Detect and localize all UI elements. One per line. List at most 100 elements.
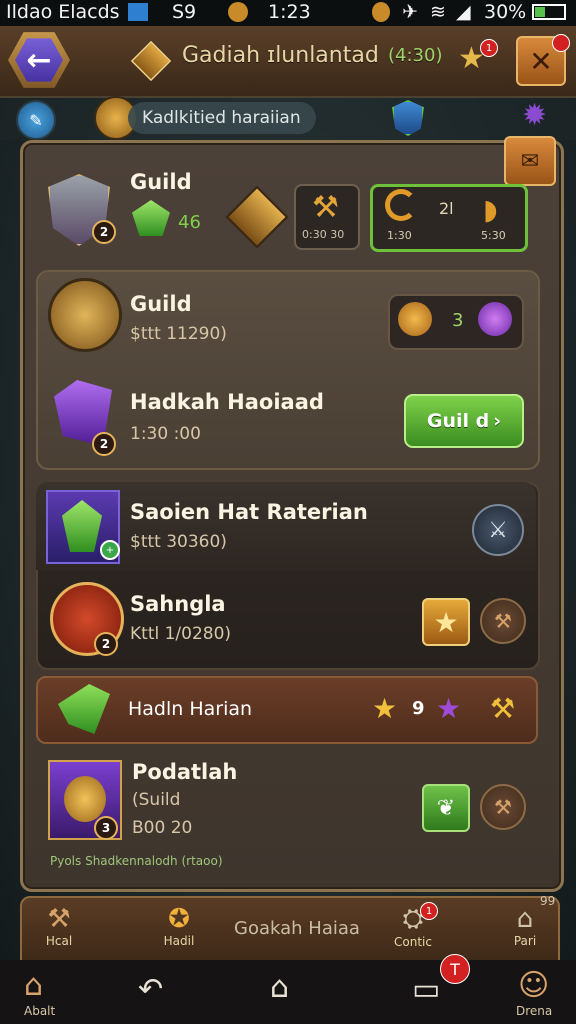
card2-detail: 1:30 :00 <box>130 424 201 444</box>
leaf-icon <box>58 684 110 734</box>
tab-hcal[interactable]: ⚒ Hcal <box>34 904 84 948</box>
top-header: ← Gadiah ɪlunlantad (4:30) ★ 1 ✕ <box>0 26 576 98</box>
card1-detail: $ttt 11290) <box>130 324 227 344</box>
section-count: 9 <box>412 698 425 719</box>
card4-star-button[interactable]: ★ <box>422 598 470 646</box>
back-nav-icon[interactable]: ↶ <box>138 972 163 1007</box>
tab-side-badge: 99 <box>540 894 556 908</box>
house-icon: ⌂ <box>516 904 534 934</box>
coin-res-icon <box>398 302 432 336</box>
footer-note: Pyols Shadkennalodh (rtaoo) <box>50 854 223 868</box>
sub-bar: ✎ Kadlkitied haraiian ✹ <box>0 96 576 140</box>
last-item-line2: (Suild <box>132 790 181 810</box>
level-badge: 2 <box>92 220 116 244</box>
last-item-more-button[interactable]: ⚒ <box>480 784 526 830</box>
hammer-icon: ⚒ <box>312 190 339 225</box>
globe-icon: ✎ <box>29 110 43 130</box>
reward-right-time: 5:30 <box>481 229 506 242</box>
reward-box[interactable]: 2l ◗ 1:30 5:30 <box>370 184 528 252</box>
back-arrow-icon: ← <box>15 38 63 82</box>
guild-button-label: Guil d <box>426 410 490 432</box>
gem-value: 46 <box>178 212 201 233</box>
last-item-name: Podatlah <box>132 760 238 784</box>
card4-detail: Kttl 1/0280) <box>130 624 232 644</box>
leaf-gem-icon <box>62 500 102 552</box>
nav-right-label: Drena <box>516 1004 553 1018</box>
battery-label: 30% <box>484 1 527 23</box>
plus-icon: + <box>100 540 120 560</box>
section-bar: Hadln Harian ★ 9 ★ ⚒ <box>36 676 538 744</box>
nav-badge: T <box>440 954 470 984</box>
bottom-tab-bar: ⚒ Hcal ✪ Hadil Goakah Haiaa ⛭ Contic 1 ⌂… <box>20 896 560 970</box>
search-pill[interactable]: Kadlkitied haraiian <box>128 102 316 134</box>
page-title-count: (4:30) <box>388 45 443 66</box>
item-slot-1[interactable]: ⚒ 0:30 30 <box>294 184 360 250</box>
dagger-icon: ⚒ <box>494 795 512 819</box>
leaf-small-icon: ❦ <box>436 795 456 821</box>
home-nav-icon[interactable]: ⌂ <box>270 970 289 1005</box>
page-title: Gadiah ɪlunlantad <box>182 43 379 68</box>
tab-hcal-label: Hcal <box>45 934 73 948</box>
last-item-frame: 3 <box>48 760 122 840</box>
gold-star-icon: ★ <box>372 692 398 725</box>
purple-star-icon: ★ <box>436 692 462 725</box>
horn-icon: ◗ <box>483 193 498 226</box>
card2-badge: 2 <box>92 432 116 456</box>
dagger-icon: ⚒ <box>494 609 512 633</box>
send-icon: ✈ <box>402 1 418 23</box>
reward-count: 2l <box>439 199 454 218</box>
guild-button[interactable]: Guil d › <box>404 394 524 448</box>
settings-button[interactable]: ✹ <box>522 100 547 132</box>
clock: 1:23 <box>268 1 311 23</box>
wifi-icon: ≋ <box>430 1 446 23</box>
top-guild-name: Guild <box>130 170 192 194</box>
reward-left-time: 1:30 <box>387 229 412 242</box>
profile-icon[interactable]: ☺ <box>518 968 549 1003</box>
app-icon <box>128 3 148 21</box>
gold-icon <box>372 2 390 22</box>
orb-icon <box>478 302 512 336</box>
search-pill-label: Kadlkitied haraiian <box>142 108 301 128</box>
tab-contic-label: Contic <box>394 935 432 949</box>
map-icon: ✉ <box>520 148 540 174</box>
card3-frame: + <box>46 490 120 564</box>
item-slot-1-label: 0:30 30 <box>302 228 345 241</box>
card1-resources[interactable]: 3 <box>388 294 524 350</box>
card4-badge: 2 <box>94 632 118 656</box>
tab-hadil-label: Hadil <box>163 934 195 948</box>
axe-icon: ⚒ <box>47 904 71 934</box>
card4-name: Sahngla <box>130 592 226 616</box>
card1-name: Guild <box>130 292 192 316</box>
tab-pari-label: Pari <box>513 934 537 948</box>
recents-nav-icon[interactable]: ▭ <box>412 972 440 1007</box>
panel-corner-button[interactable]: ✉ <box>504 136 556 186</box>
last-item-green-button[interactable]: ❦ <box>422 784 470 832</box>
star-badge: 1 <box>480 39 498 57</box>
chest-icon <box>130 40 172 82</box>
sword-icon: ⚔ <box>488 517 508 543</box>
card4-more-button[interactable]: ⚒ <box>480 598 526 644</box>
close-badge <box>552 34 570 52</box>
card3-action-button[interactable]: ⚔ <box>472 504 524 556</box>
star-icon: ★ <box>433 605 459 639</box>
section-action-button[interactable]: ⚒ <box>490 692 515 725</box>
shield-icon <box>392 100 424 136</box>
nav-left-label: Abalt <box>24 1004 56 1018</box>
tab-hadil[interactable]: ✪ Hadil <box>154 904 204 948</box>
coin-icon <box>228 2 248 22</box>
battery-icon <box>532 4 566 20</box>
tab-center-label: Goakah Haiaa <box>234 918 360 939</box>
globe-button[interactable]: ✎ <box>16 100 56 140</box>
chest-tab-icon: ✪ <box>168 904 190 934</box>
last-item-badge: 3 <box>94 816 118 840</box>
tab-pari[interactable]: ⌂ Pari <box>500 904 550 948</box>
gear-icon: ✹ <box>522 98 548 133</box>
hammer-icon: ⚒ <box>490 692 516 725</box>
card3-detail: $ttt 30360) <box>130 532 227 552</box>
back-button[interactable]: ← <box>8 32 70 88</box>
home-hut-icon[interactable]: ⌂ <box>24 968 43 1003</box>
tab-center[interactable]: Goakah Haiaa <box>222 918 372 939</box>
last-item-line3: B00 20 <box>132 818 193 838</box>
system-nav-bar: ⌂ Abalt ↶ ⌂ ▭ T ☺ Drena <box>0 954 576 1024</box>
section-label: Hadln Harian <box>128 698 253 720</box>
